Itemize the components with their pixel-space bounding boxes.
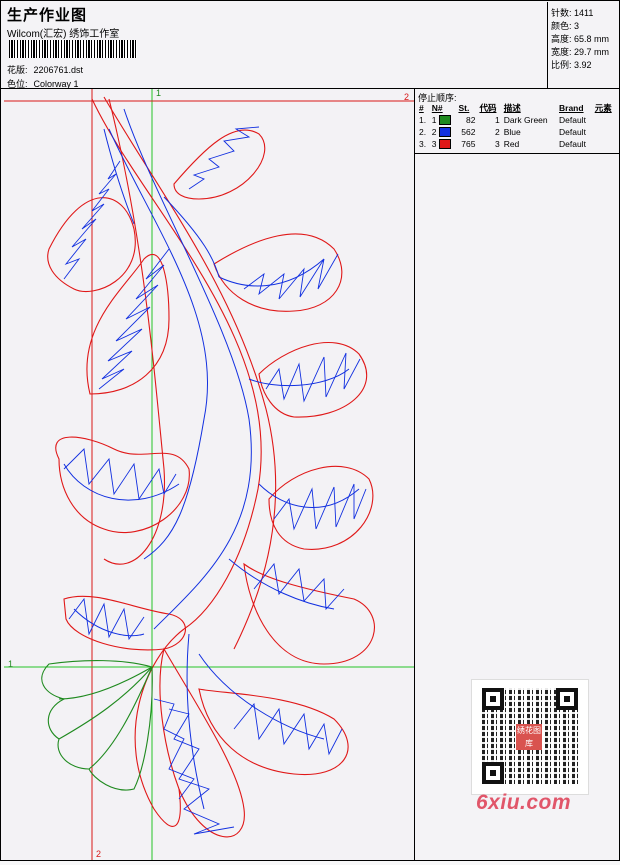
col-brand: Brand (559, 103, 584, 113)
stats-panel: 针数: 1411 颜色: 3 高度: 65.8 mm 宽度: 29.7 mm 比… (547, 2, 620, 88)
row-code: 1 (494, 115, 500, 125)
row-brand: Default (559, 127, 586, 137)
table-row: 1. 1 82 1 Dark Green Default (417, 114, 617, 126)
design-width: 宽度: 29.7 mm (551, 47, 610, 57)
design-canvas: 1 2 1 2 (4, 88, 414, 860)
row-code: 2 (494, 127, 500, 137)
design-height: 高度: 65.8 mm (551, 34, 610, 44)
row-stitches: 562 (461, 127, 476, 137)
stop-sequence-table: # N# St. 代码 描述 Brand 元素 1. 1 82 1 Dark G… (417, 102, 617, 150)
col-needle: N# (431, 103, 443, 113)
row-index: 2. (419, 127, 427, 137)
table-row: 3. 3 765 3 Red Default (417, 138, 617, 150)
row-brand: Default (559, 139, 586, 149)
table-row: 2. 2 562 2 Blue Default (417, 126, 617, 138)
row-index: 3. (419, 139, 427, 149)
table-divider (415, 153, 620, 154)
col-index: # (419, 103, 424, 113)
row-stitches: 765 (461, 139, 476, 149)
watermark-text: 6xiu.com (476, 791, 572, 814)
row-description: Blue (503, 127, 521, 137)
col-stitches: St. (458, 103, 470, 113)
page-title: 生产作业图 (7, 7, 88, 24)
embroidery-preview (4, 89, 414, 860)
row-description: Red (503, 139, 520, 149)
design-scale: 比例: 3.92 (551, 60, 592, 70)
row-code: 3 (494, 139, 500, 149)
blue-stitch-layer (63, 108, 360, 810)
company-name: Wilcom(汇宏) 绣饰工作室 (7, 29, 120, 40)
color-swatch (438, 139, 451, 150)
color-count: 颜色: 3 (551, 21, 580, 31)
qr-finder (556, 688, 578, 710)
qr-code: 绣花图库 (471, 679, 589, 795)
row-description: Dark Green (503, 115, 548, 125)
qr-logo: 绣花图库 (516, 724, 542, 750)
design-value: 2206761.dst (33, 65, 84, 75)
col-code: 代码 (479, 103, 497, 113)
row-stitches: 82 (465, 115, 476, 125)
header-info: 生产作业图 Wilcom(汇宏) 绣饰工作室 花版: 2206761.dst 色… (2, 2, 547, 89)
blue-satin-fills (63, 126, 367, 835)
row-needle: 3 (431, 138, 437, 149)
guide-label-top: 1 (156, 88, 162, 98)
production-sheet: 生产作业图 Wilcom(汇宏) 绣饰工作室 花版: 2206761.dst 色… (0, 0, 620, 861)
design-label: 花版: (7, 65, 28, 75)
color-swatch (438, 115, 451, 126)
row-brand: Default (559, 115, 586, 125)
row-needle: 1 (431, 114, 437, 125)
guide-label-bottom: 2 (96, 849, 102, 859)
guide-label-right: 2 (404, 92, 410, 102)
color-swatch (438, 127, 451, 138)
qr-finder (482, 688, 504, 710)
design-row: 花版: 2206761.dst (7, 63, 83, 76)
stitch-count: 针数: 1411 (551, 8, 594, 18)
col-element: 元素 (594, 103, 612, 113)
qr-finder (482, 762, 504, 784)
guide-label-left: 1 (8, 659, 14, 669)
col-description: 描述 (503, 103, 521, 113)
row-index: 1. (419, 115, 427, 125)
row-needle: 2 (431, 126, 437, 137)
barcode (9, 40, 137, 58)
table-header-row: # N# St. 代码 描述 Brand 元素 (417, 102, 617, 114)
